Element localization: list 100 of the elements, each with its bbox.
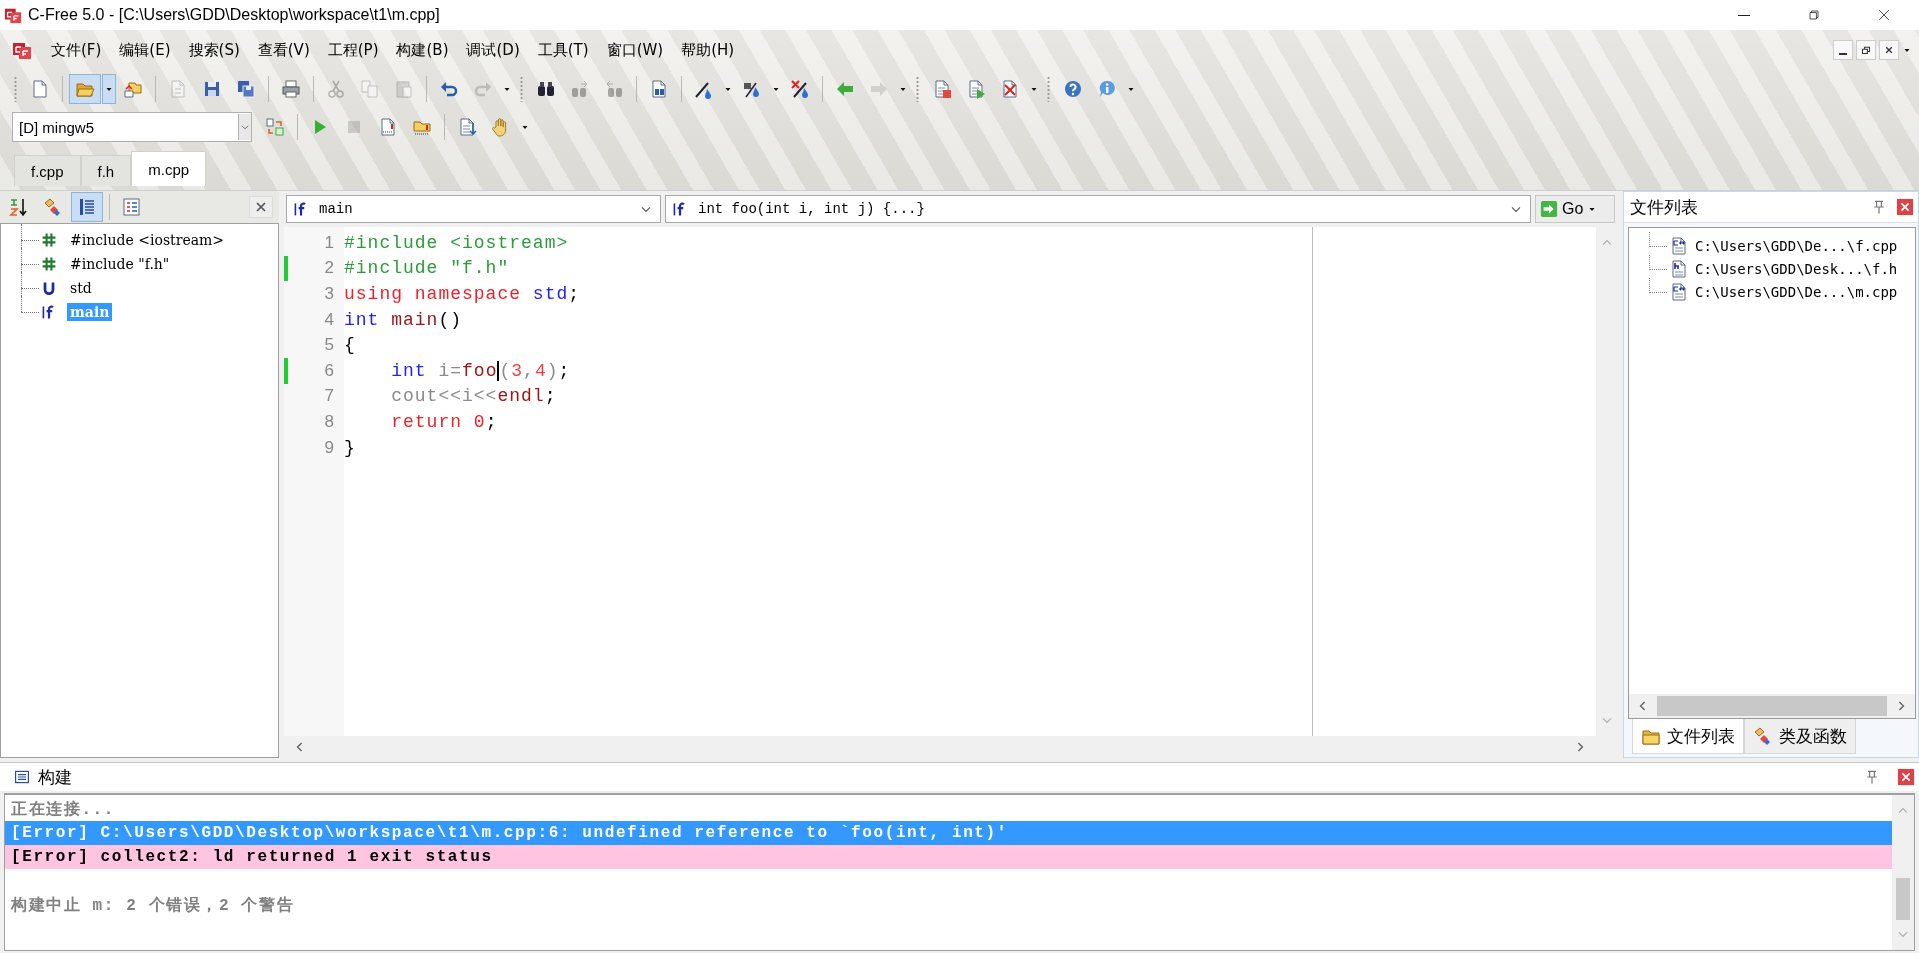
copy-icon [360,79,380,99]
file-item[interactable]: C:\Users\GDD\De...\f.cpp [1695,237,1898,254]
page-stop-icon [932,79,952,99]
cpp-file-icon [1669,281,1689,302]
page-cross-icon [1000,79,1020,99]
menu-item[interactable]: 构建(B) [387,37,458,63]
list-arrow-icon [457,117,477,137]
scissors-icon [326,79,346,99]
line-number: 9 [323,437,335,458]
binoculars-icon [570,79,590,99]
menu-item[interactable]: 编辑(E) [110,37,180,63]
file-item[interactable]: C:\Users\GDD\De...\m.cpp [1695,283,1898,300]
class-icon [1753,726,1773,746]
file-tab[interactable]: f.cpp [14,155,81,186]
dropdown-button[interactable] [102,74,116,104]
tree-item[interactable]: std [67,279,95,297]
restore-icon [1806,7,1822,23]
vertical-scrollbar[interactable] [1892,795,1914,950]
scope-dropdown[interactable]: main [286,195,661,223]
code-line: int main() [343,309,463,330]
code-line: #include "f.h" [343,258,510,279]
redo-icon [473,79,493,99]
class-icon [43,197,63,217]
line-number: 1 [323,232,335,253]
line-number: 3 [323,284,335,304]
file-tab[interactable]: m.cpp [131,151,207,186]
tree-item[interactable]: #include "f.h" [67,255,173,273]
line-number: 5 [323,335,335,356]
line-number: 2 [323,258,335,279]
close-button[interactable] [1879,40,1899,60]
clipboard-icon [394,79,414,99]
line-number: 7 [323,386,335,407]
page-binoculars-icon [649,79,669,99]
horizontal-scrollbar[interactable] [1629,694,1915,718]
close-icon [1896,198,1914,216]
right-arrow-icon [869,79,889,99]
menu-item[interactable]: 文件(F) [42,37,111,63]
list-view-button[interactable] [71,192,103,222]
output-line[interactable]: 构建中止 m: 2 个错误，2 个警告 [5,893,1892,917]
printer-icon [281,79,301,99]
menu-item[interactable]: 帮助(H) [672,37,744,63]
hash-icon [41,232,57,248]
namespace-icon [41,280,57,296]
file-tab[interactable]: f.h [80,155,132,186]
info-icon [1097,79,1117,99]
new-file-icon [30,79,50,99]
menu-item[interactable]: 查看(V) [248,37,319,63]
binoculars-icon [536,79,556,99]
code-line: return 0; [390,411,498,432]
panel-title: 构建 [38,765,72,789]
menu-item[interactable]: 搜索(S) [179,37,249,63]
window-title: C-Free 5.0 - [C:\Users\GDD\Desktop\workspace\t1\m.cpp] [28,6,441,24]
compiler-dropdown[interactable]: [D] mingw5 [12,112,252,142]
cpp-file-icon [1669,235,1689,256]
code-line: cout<<i<<endl; [390,386,557,407]
line-number: 8 [323,411,335,432]
minimize-button[interactable] [1833,40,1853,60]
restore-button[interactable] [1856,40,1876,60]
code-line: int i=foo(3,4); [390,360,571,381]
floppy-disks-icon [236,79,256,99]
panel-tab[interactable]: 文件列表 [1632,719,1744,754]
close-icon [1897,768,1915,786]
code-line: using namespace std; [343,284,581,304]
page-arrows-icon [168,79,188,99]
menu-item[interactable]: 工程(P) [318,37,388,63]
function-icon [672,201,688,217]
menu-item[interactable]: 调试(D) [457,37,529,63]
line-number: 6 [323,360,335,381]
folder-arrows-icon [123,79,143,99]
minimize-icon [1839,53,1847,55]
menu-item[interactable]: 窗口(W) [597,37,673,63]
minimize-icon [1738,14,1750,16]
header-file-icon [1669,258,1689,279]
app-logo-icon [4,6,22,24]
function-dropdown[interactable]: int foo(int i, int j) {...} [665,195,1531,223]
panel-title: 文件列表 [1630,195,1698,219]
output-line[interactable]: 正在连接... [5,797,1892,821]
cross-pen-icon [790,79,810,99]
pin-icon [1864,769,1880,785]
help-icon [1063,79,1083,99]
code-line: #include <iostream> [343,232,569,253]
pin-icon [1871,199,1887,215]
menu-item[interactable]: 工具(T) [528,37,598,63]
go-button[interactable]: Go [1535,195,1615,223]
binoculars-icon [604,79,624,99]
app-logo-icon [12,40,32,60]
function-icon [293,201,309,217]
sort-icon [9,197,29,217]
file-item[interactable]: C:\Users\GDD\Desk...\f.h [1695,260,1898,277]
tree-item[interactable]: #include <iostream> [67,231,228,249]
close-button[interactable] [249,196,273,218]
panel-tab[interactable]: 类及函数 [1744,719,1856,754]
list-icon [14,769,30,785]
code-line: } [343,437,356,458]
scrollbar-thumb[interactable] [1896,878,1910,920]
list-icon [77,197,97,217]
code-line: { [343,335,356,356]
swap-arrows-icon [265,117,285,137]
function-icon [41,304,57,320]
open-button[interactable] [69,74,101,104]
